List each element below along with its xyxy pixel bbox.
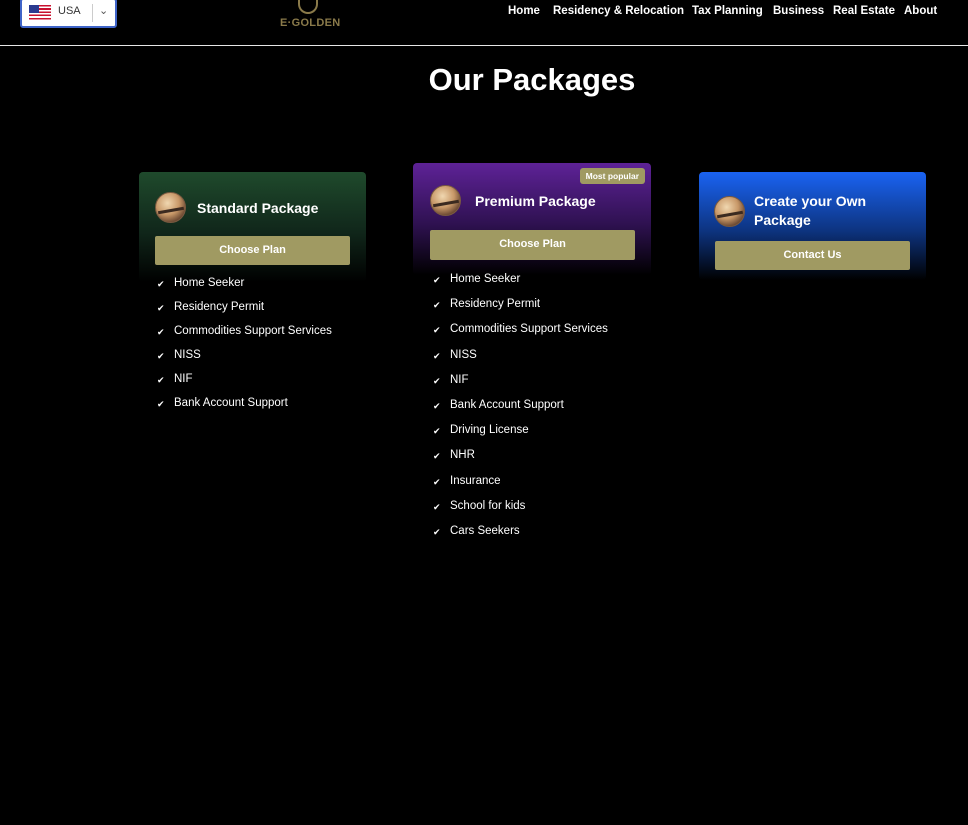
- check-icon: ✔: [157, 327, 165, 337]
- list-item: ✔ Bank Account Support: [157, 397, 288, 409]
- list-item: ✔ NISS: [157, 349, 201, 361]
- package-title: Premium Package: [475, 193, 596, 209]
- contact-us-button[interactable]: Contact Us: [715, 241, 910, 270]
- premium-package-card: Most popular Premium Package Choose Plan: [413, 163, 651, 275]
- list-item: ✔ NIF: [157, 373, 193, 385]
- check-icon: ✔: [433, 350, 441, 361]
- check-icon: ✔: [157, 351, 165, 361]
- premium-features-list: ✔ Home Seeker ✔ Residency Permit ✔ Commodit…: [433, 273, 608, 550]
- logo-emblem-icon: [298, 0, 318, 14]
- check-icon: ✔: [433, 426, 441, 437]
- nav-residency-relocation[interactable]: Residency & Relocation: [553, 5, 684, 17]
- custom-package-card: Create your Own Package Contact Us: [699, 172, 926, 280]
- check-icon: ✔: [157, 303, 165, 313]
- site-header: USA ⌄ E·GOLDEN Home Residency & Relocati…: [0, 0, 968, 46]
- list-item: ✔ Home Seeker: [157, 277, 245, 289]
- package-title: Standard Package: [197, 200, 319, 216]
- logo-text: E·GOLDEN: [280, 17, 341, 29]
- package-avatar: [155, 192, 186, 223]
- logo[interactable]: E·GOLDEN: [278, 0, 340, 36]
- list-item: ✔ NHR: [433, 449, 475, 462]
- check-icon: ✔: [433, 526, 441, 537]
- list-item: ✔ Cars Seekers: [433, 524, 520, 537]
- chevron-down-icon[interactable]: ⌄: [99, 4, 108, 17]
- list-item: ✔ Home Seeker: [433, 273, 521, 285]
- package-avatar: [714, 196, 745, 227]
- language-selector[interactable]: USA ⌄: [20, 0, 117, 28]
- list-item: ✔ Residency Permit: [433, 298, 541, 311]
- list-item: ✔ Commodities Support Services: [433, 323, 608, 336]
- nav-real-estate[interactable]: Real Estate: [833, 5, 895, 17]
- list-item: ✔ Commodities Support Services: [157, 325, 332, 337]
- language-label: USA: [58, 5, 81, 17]
- list-item: ✔ NIF: [433, 373, 469, 386]
- package-avatar: [430, 185, 461, 216]
- check-icon: ✔: [157, 279, 165, 289]
- check-icon: ✔: [433, 275, 441, 285]
- nav-about[interactable]: About: [904, 5, 937, 17]
- package-title: Create your Own Package: [754, 193, 867, 228]
- list-item: ✔ Residency Permit: [157, 301, 265, 313]
- page-title: Our Packages: [428, 62, 636, 97]
- nav-home[interactable]: Home: [508, 5, 540, 17]
- list-item: ✔ Insurance: [433, 474, 501, 487]
- check-icon: ✔: [433, 501, 441, 512]
- check-icon: ✔: [433, 300, 441, 311]
- check-icon: ✔: [433, 400, 441, 411]
- choose-plan-button[interactable]: Choose Plan: [155, 236, 350, 265]
- most-popular-badge: Most popular: [579, 168, 645, 184]
- check-icon: ✔: [433, 375, 441, 386]
- list-item: ✔ Driving License: [433, 424, 529, 437]
- check-icon: ✔: [157, 399, 165, 409]
- nav-business[interactable]: Business: [773, 5, 824, 17]
- check-icon: ✔: [433, 451, 441, 462]
- list-item: ✔ School for kids: [433, 499, 526, 512]
- check-icon: ✔: [433, 476, 441, 487]
- language-divider: [92, 4, 93, 22]
- us-flag-icon: [29, 5, 51, 20]
- standard-features-list: ✔ Home Seeker ✔ Residency Permit ✔ Commodit…: [157, 277, 332, 421]
- check-icon: ✔: [433, 325, 441, 336]
- standard-package-card: Standard Package Choose Plan: [139, 172, 366, 282]
- list-item: ✔ Bank Account Support: [433, 398, 564, 411]
- list-item: ✔ NISS: [433, 348, 477, 361]
- choose-plan-button[interactable]: Choose Plan: [430, 230, 635, 260]
- check-icon: ✔: [157, 375, 165, 385]
- nav-tax-planning[interactable]: Tax Planning: [692, 5, 763, 17]
